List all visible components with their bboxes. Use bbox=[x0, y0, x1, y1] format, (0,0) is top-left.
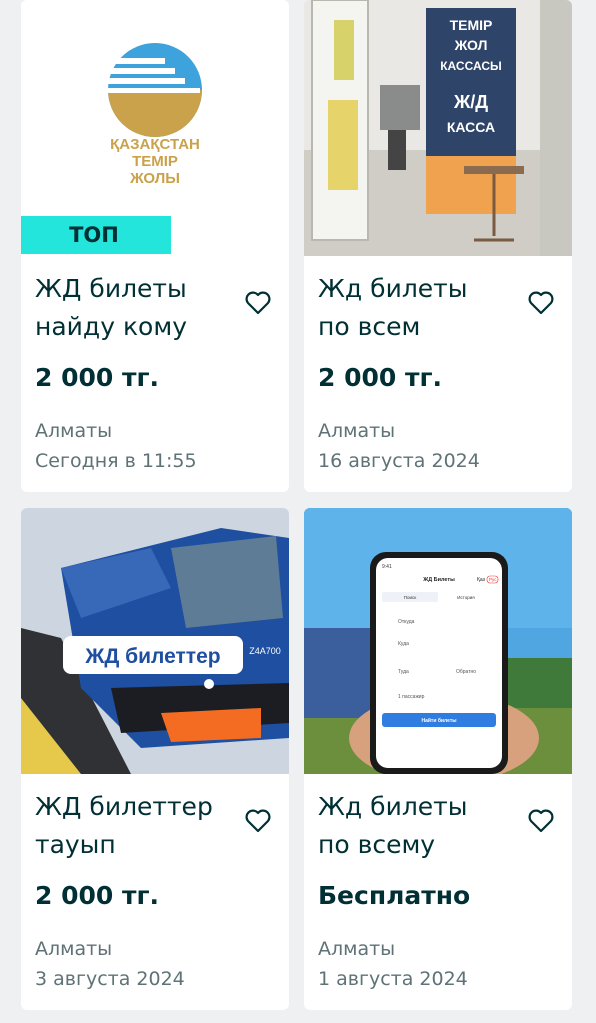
svg-text:Рус: Рус bbox=[489, 577, 497, 582]
phone-app-photo: 9:41 ЖД Билеты Қаз Рус Поиск История Отк… bbox=[304, 508, 572, 774]
svg-text:Обратно: Обратно bbox=[456, 669, 476, 675]
svg-text:ТЕМІР: ТЕМІР bbox=[132, 153, 178, 170]
listing-date: 1 августа 2024 bbox=[318, 968, 468, 990]
svg-text:КАССАСЫ: КАССАСЫ bbox=[440, 59, 502, 73]
svg-text:ЖД билеттер: ЖД билеттер bbox=[84, 645, 220, 668]
svg-text:Қаз: Қаз bbox=[477, 577, 486, 583]
listing-location: Алматы bbox=[35, 938, 113, 960]
heart-icon[interactable] bbox=[245, 291, 271, 315]
listing-date: Сегодня в 11:55 bbox=[35, 450, 197, 472]
listing-location: Алматы bbox=[35, 420, 113, 442]
ticket-office-photo: ТЕМІР ЖОЛ КАССАСЫ Ж/Д КАССА bbox=[304, 0, 572, 256]
heart-icon[interactable] bbox=[528, 809, 554, 833]
svg-text:КАССА: КАССА bbox=[447, 119, 495, 135]
title-line: по всему bbox=[318, 830, 436, 859]
listing-card[interactable]: ЖД билеттер Z4A700 ЖД билеттер тауып 2 0… bbox=[21, 508, 289, 1010]
listing-location: Алматы bbox=[318, 938, 396, 960]
heart-icon[interactable] bbox=[528, 291, 554, 315]
locomotive-photo: ЖД билеттер Z4A700 bbox=[21, 508, 289, 774]
svg-text:Куда: Куда bbox=[398, 641, 409, 647]
svg-text:ҚАЗАҚСТАН: ҚАЗАҚСТАН bbox=[110, 136, 200, 153]
listing-image[interactable]: ТЕМІР ЖОЛ КАССАСЫ Ж/Д КАССА bbox=[304, 0, 572, 256]
svg-text:Поиск: Поиск bbox=[404, 595, 417, 600]
heart-icon[interactable] bbox=[245, 809, 271, 833]
listing-price: 2 000 тг. bbox=[35, 363, 160, 392]
listing-date: 16 августа 2024 bbox=[318, 450, 480, 472]
listing-title[interactable]: ЖД билеты найду кому bbox=[35, 270, 235, 346]
listing-card[interactable]: ҚАЗАҚСТАН ТЕМІР ЖОЛЫ ТОП ЖД билеты найду… bbox=[21, 0, 289, 492]
title-line: найду кому bbox=[35, 312, 187, 341]
svg-text:ЖД Билеты: ЖД Билеты bbox=[422, 577, 455, 583]
svg-text:ТЕМІР: ТЕМІР bbox=[450, 17, 493, 33]
svg-text:9:41: 9:41 bbox=[382, 564, 392, 570]
listing-card[interactable]: 9:41 ЖД Билеты Қаз Рус Поиск История Отк… bbox=[304, 508, 572, 1010]
title-line: Жд билеты bbox=[318, 274, 468, 303]
top-badge: ТОП bbox=[21, 216, 171, 254]
svg-text:Ж/Д: Ж/Д bbox=[453, 92, 488, 112]
listing-card[interactable]: ТЕМІР ЖОЛ КАССАСЫ Ж/Д КАССА Жд билеты по… bbox=[304, 0, 572, 492]
svg-text:ЖОЛ: ЖОЛ bbox=[454, 37, 488, 53]
listing-price: 2 000 тг. bbox=[318, 363, 443, 392]
title-line: ЖД билеттер bbox=[35, 792, 213, 821]
svg-text:Откуда: Откуда bbox=[398, 619, 415, 625]
listing-location: Алматы bbox=[318, 420, 396, 442]
listing-image[interactable]: ЖД билеттер Z4A700 bbox=[21, 508, 289, 774]
title-line: Жд билеты bbox=[318, 792, 468, 821]
svg-text:Туда: Туда bbox=[398, 669, 409, 675]
title-line: тауып bbox=[35, 830, 116, 859]
listing-title[interactable]: Жд билеты по всем bbox=[318, 270, 518, 346]
title-line: по всем bbox=[318, 312, 421, 341]
listing-price: 2 000 тг. bbox=[35, 881, 160, 910]
title-line: ЖД билеты bbox=[35, 274, 187, 303]
listing-title[interactable]: ЖД билеттер тауып bbox=[35, 788, 235, 864]
svg-text:Найти билеты: Найти билеты bbox=[421, 717, 456, 724]
svg-text:Z4A700: Z4A700 bbox=[249, 646, 281, 656]
listing-image[interactable]: ҚАЗАҚСТАН ТЕМІР ЖОЛЫ ТОП bbox=[21, 0, 289, 256]
listing-date: 3 августа 2024 bbox=[35, 968, 185, 990]
svg-text:История: История bbox=[457, 595, 475, 600]
svg-text:1 пассажир: 1 пассажир bbox=[398, 694, 425, 700]
svg-text:ЖОЛЫ: ЖОЛЫ bbox=[129, 170, 180, 187]
listing-title[interactable]: Жд билеты по всему bbox=[318, 788, 518, 864]
listing-price: Бесплатно bbox=[318, 881, 471, 910]
listing-image[interactable]: 9:41 ЖД Билеты Қаз Рус Поиск История Отк… bbox=[304, 508, 572, 774]
